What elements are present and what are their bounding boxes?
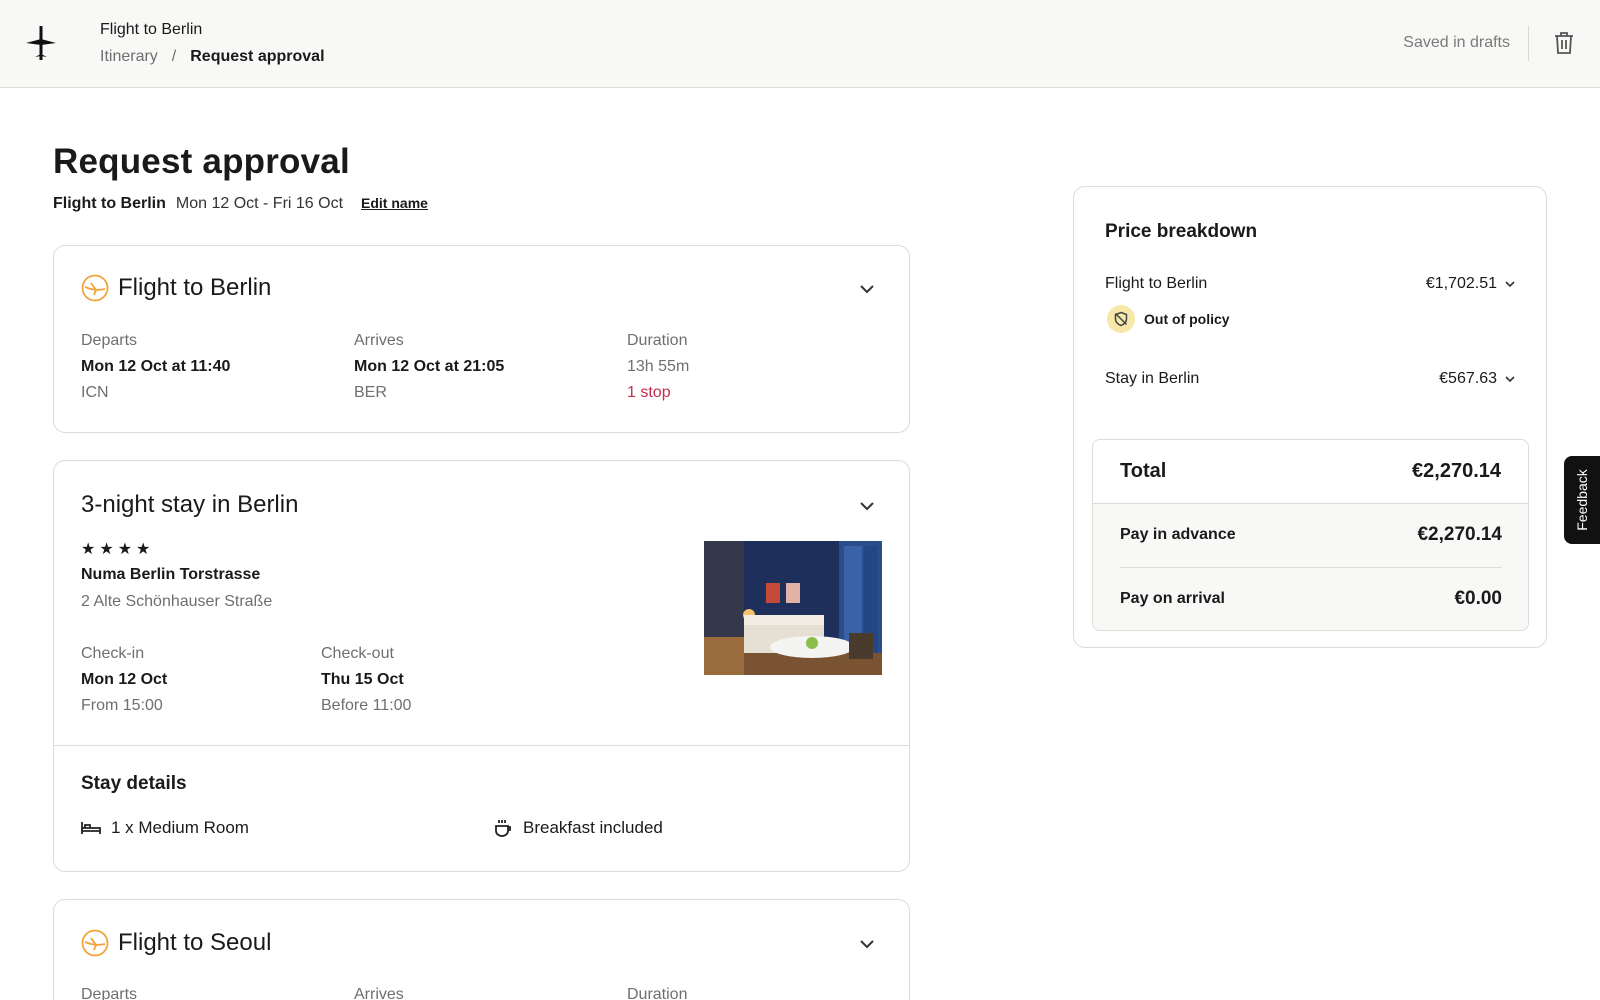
departs-time: Mon 12 Oct at 11:40 <box>81 358 231 375</box>
flight-card-berlin: Flight to Berlin Departs Mon 12 Oct at 1… <box>53 245 910 433</box>
feedback-label: Feedback <box>1574 469 1590 531</box>
stay-card-berlin: 3-night stay in Berlin ★★★★ Numa Berlin … <box>53 460 910 872</box>
duration-column: Duration 13h 55m 1 stop <box>627 328 900 406</box>
price-breakdown-title: Price breakdown <box>1105 221 1258 242</box>
arrives-column: Arrives <box>354 982 627 1000</box>
card-header: 3-night stay in Berlin <box>81 491 298 519</box>
departs-label: Departs <box>81 986 138 1000</box>
pay-in-advance-amount: €2,270.14 <box>1417 524 1502 545</box>
trash-icon[interactable] <box>1553 31 1575 55</box>
total-summary: Total €2,270.14 Pay in advance €2,270.14… <box>1092 439 1529 631</box>
airline-logo-icon <box>81 929 109 957</box>
breadcrumb-current: Request approval <box>190 48 325 65</box>
breakfast-info: Breakfast included <box>523 818 663 837</box>
price-item-toggle[interactable]: €1,702.51 <box>1426 275 1515 293</box>
pay-on-arrival-label: Pay on arrival <box>1120 590 1225 607</box>
pay-in-advance-label: Pay in advance <box>1120 526 1236 543</box>
total-amount: €2,270.14 <box>1412 460 1501 482</box>
breadcrumb: Itinerary / Request approval <box>100 48 325 66</box>
stay-dates: Check-in Mon 12 Oct From 15:00 Check-out… <box>81 641 561 719</box>
policy-warning-icon <box>1107 305 1135 333</box>
chevron-down-icon[interactable] <box>859 939 875 949</box>
price-item-amount: €567.63 <box>1439 370 1497 387</box>
arrives-time: Mon 12 Oct at 21:05 <box>354 358 505 375</box>
amenity-breakfast: Breakfast included <box>493 818 663 838</box>
checkout-date: Thu 15 Oct <box>321 671 404 688</box>
price-item-toggle[interactable]: €567.63 <box>1439 370 1515 388</box>
trip-subline: Flight to Berlin Mon 12 Oct - Fri 16 Oct… <box>53 195 428 213</box>
chevron-down-icon <box>1505 280 1515 287</box>
feedback-tab[interactable]: Feedback <box>1564 456 1600 544</box>
divider <box>1528 26 1529 61</box>
flight-details: Departs Arrives Duration <box>81 982 900 1000</box>
chevron-down-icon[interactable] <box>859 284 875 294</box>
bed-icon <box>81 822 101 834</box>
flight-details: Departs Mon 12 Oct at 11:40 ICN Arrives … <box>81 328 900 406</box>
card-title: 3-night stay in Berlin <box>81 491 299 518</box>
duration-value: 13h 55m <box>627 358 690 375</box>
trip-dates: Mon 12 Oct - Fri 16 Oct <box>175 195 344 212</box>
arrives-label: Arrives <box>354 986 404 1000</box>
duration-label: Duration <box>627 332 688 349</box>
card-title: Flight to Berlin <box>118 274 272 301</box>
payment-split: Pay in advance €2,270.14 Pay on arrival … <box>1093 504 1528 630</box>
flight-card-seoul: Flight to Seoul Departs Arrives Duration <box>53 899 910 1000</box>
pay-on-arrival-row: Pay on arrival €0.00 <box>1120 588 1502 610</box>
out-of-policy-badge: Out of policy <box>1107 305 1230 333</box>
pay-on-arrival-amount: €0.00 <box>1454 588 1502 609</box>
page-title: Request approval <box>53 142 350 181</box>
price-item-flight: Flight to Berlin €1,702.51 <box>1105 275 1515 293</box>
checkout-time: Before 11:00 <box>321 697 412 714</box>
pay-in-advance-row: Pay in advance €2,270.14 <box>1120 524 1502 546</box>
price-item-amount: €1,702.51 <box>1425 275 1497 292</box>
total-row: Total €2,270.14 <box>1093 440 1528 504</box>
chevron-down-icon[interactable] <box>859 501 875 511</box>
top-bar: Flight to Berlin Itinerary / Request app… <box>0 0 1600 88</box>
divider <box>1120 567 1502 568</box>
price-item-stay: Stay in Berlin €567.63 <box>1105 370 1515 388</box>
departs-airport: ICN <box>81 384 109 401</box>
duration-column: Duration <box>627 982 900 1000</box>
price-item-label: Flight to Berlin <box>1105 275 1208 292</box>
price-breakdown-panel: Price breakdown Flight to Berlin €1,702.… <box>1073 186 1547 648</box>
hotel-rating: ★★★★ <box>81 541 155 558</box>
breadcrumb-itinerary[interactable]: Itinerary <box>100 48 158 66</box>
checkout-label: Check-out <box>321 645 394 662</box>
airline-logo-icon <box>81 274 109 302</box>
arrives-label: Arrives <box>354 332 404 349</box>
hotel-address: 2 Alte Schönhauser Straße <box>81 593 273 610</box>
edit-name-link[interactable]: Edit name <box>361 195 428 211</box>
room-type: 1 x Medium Room <box>111 818 249 837</box>
stops-value: 1 stop <box>627 384 671 401</box>
hotel-name: Numa Berlin Torstrasse <box>81 566 261 583</box>
arrives-airport: BER <box>354 384 387 401</box>
save-status: Saved in drafts <box>1403 34 1510 51</box>
trip-name: Flight to Berlin <box>53 195 166 212</box>
hotel-photo <box>704 541 882 675</box>
amenity-room: 1 x Medium Room <box>81 818 249 838</box>
trip-title: Flight to Berlin <box>100 21 203 38</box>
stay-details-title: Stay details <box>81 773 187 794</box>
duration-label: Duration <box>627 986 688 1000</box>
checkout-column: Check-out Thu 15 Oct Before 11:00 <box>321 641 561 719</box>
plane-icon[interactable] <box>26 26 56 60</box>
coffee-cup-icon <box>495 820 511 837</box>
checkin-date: Mon 12 Oct <box>81 671 168 688</box>
departs-label: Departs <box>81 332 138 349</box>
checkin-label: Check-in <box>81 645 145 662</box>
chevron-down-icon <box>1505 375 1515 382</box>
departs-column: Departs <box>81 982 354 1000</box>
checkin-column: Check-in Mon 12 Oct From 15:00 <box>81 641 321 719</box>
divider <box>54 745 909 746</box>
policy-label: Out of policy <box>1144 311 1230 327</box>
breadcrumb-separator: / <box>171 48 177 65</box>
price-item-label: Stay in Berlin <box>1105 370 1200 387</box>
card-title: Flight to Seoul <box>118 929 272 956</box>
total-label: Total <box>1120 460 1167 482</box>
arrives-column: Arrives Mon 12 Oct at 21:05 BER <box>354 328 627 406</box>
checkin-time: From 15:00 <box>81 697 163 714</box>
card-header: Flight to Seoul <box>81 929 271 957</box>
departs-column: Departs Mon 12 Oct at 11:40 ICN <box>81 328 354 406</box>
card-header: Flight to Berlin <box>81 274 271 302</box>
